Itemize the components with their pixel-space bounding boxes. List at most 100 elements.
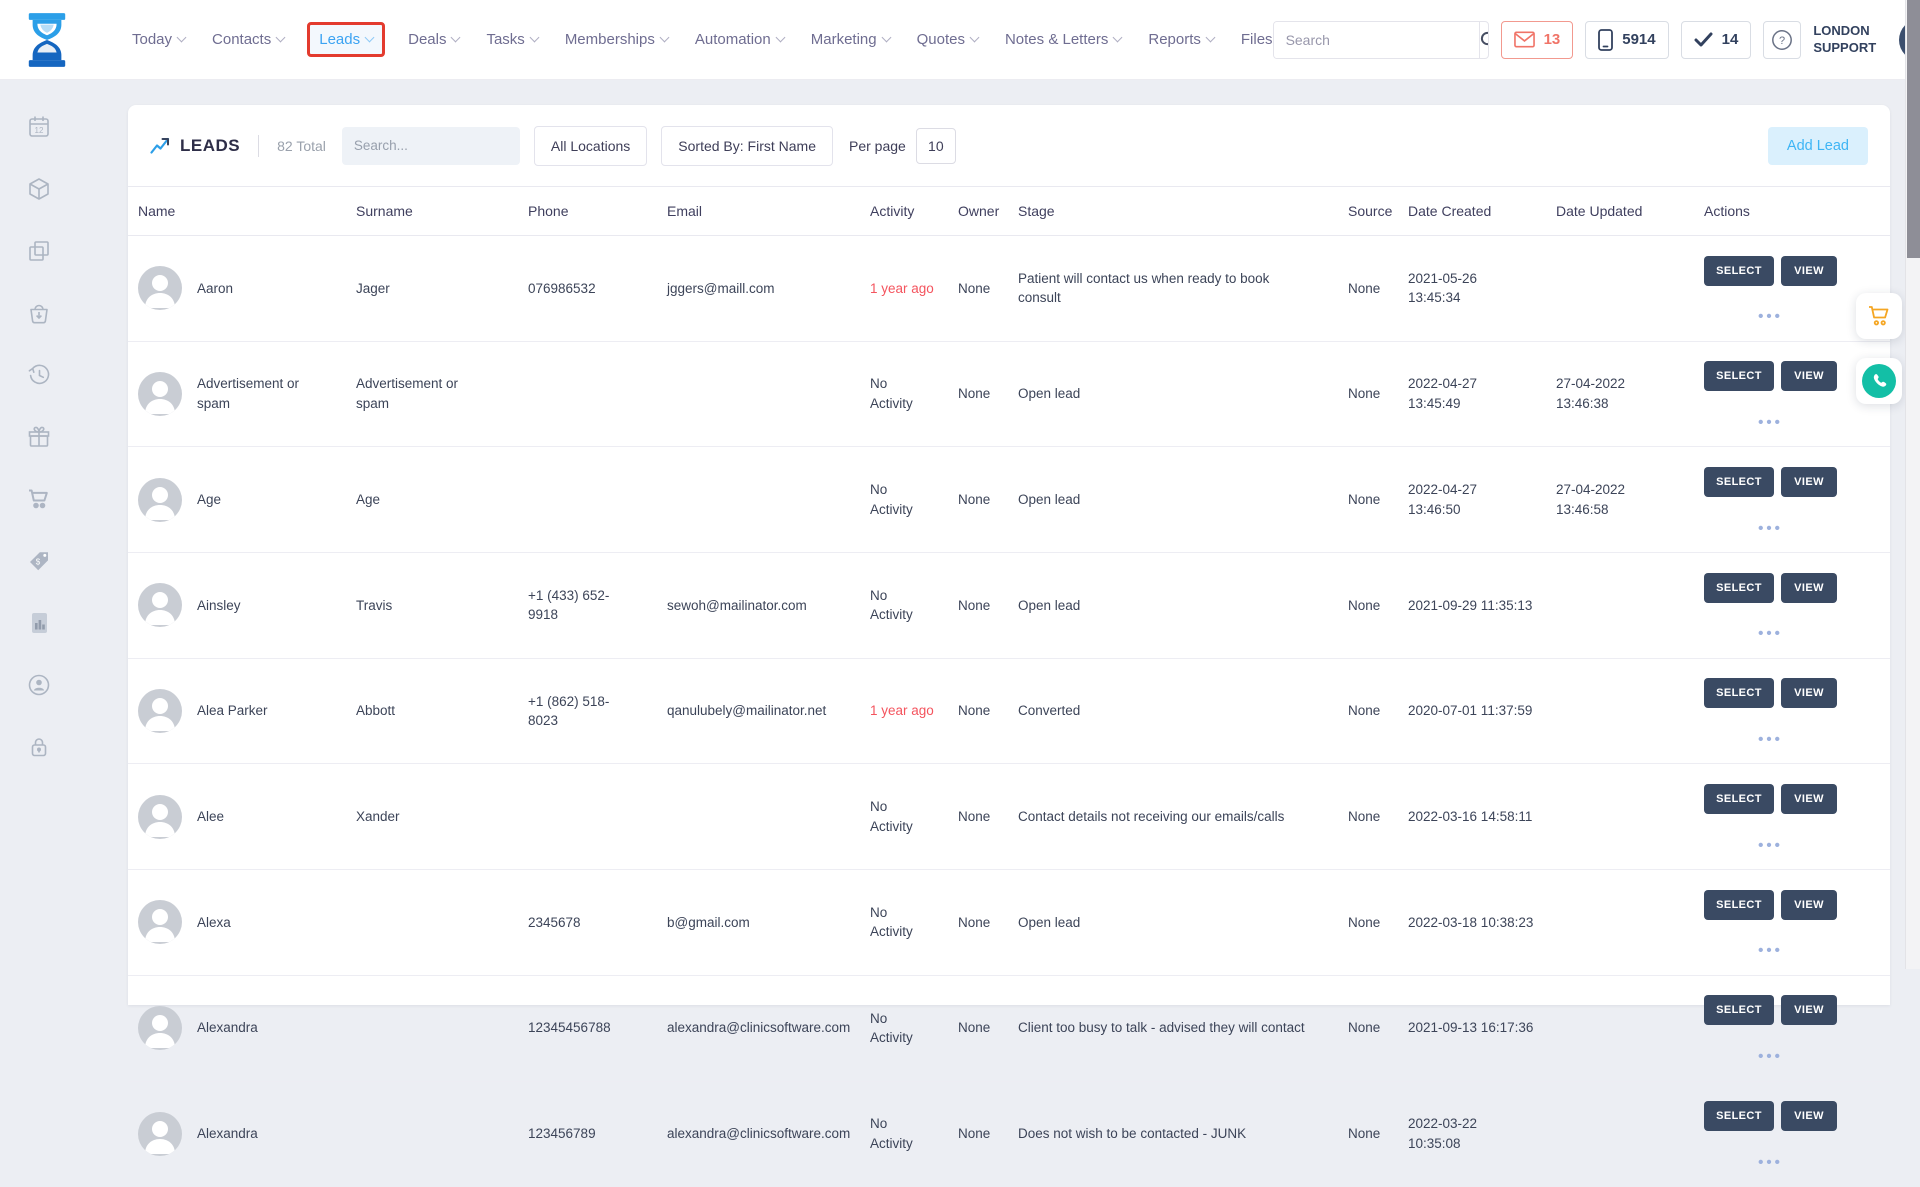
- select-button[interactable]: SELECT: [1704, 573, 1774, 603]
- table-row[interactable]: Alea Parker Abbott +1 (862) 518- 8023 qa…: [128, 659, 1890, 765]
- tasks-badge[interactable]: 14: [1681, 21, 1752, 59]
- global-search: [1273, 21, 1489, 59]
- copy-icon[interactable]: [26, 238, 52, 264]
- basket-icon[interactable]: [26, 300, 52, 326]
- select-button[interactable]: SELECT: [1704, 784, 1774, 814]
- calls-badge[interactable]: 5914: [1585, 21, 1668, 59]
- more-actions-button[interactable]: •••: [1704, 1159, 1837, 1167]
- lead-source: None: [1338, 913, 1398, 933]
- lead-activity: No Activity: [860, 480, 948, 519]
- name-cell: Aaron: [128, 266, 346, 310]
- lead-owner: None: [948, 701, 1008, 721]
- select-button[interactable]: SELECT: [1704, 995, 1774, 1025]
- more-actions-button[interactable]: •••: [1704, 947, 1837, 955]
- lead-source: None: [1338, 490, 1398, 510]
- view-button[interactable]: VIEW: [1781, 573, 1837, 603]
- chevron-down-icon: [451, 33, 461, 43]
- scrollbar-thumb[interactable]: [1907, 0, 1920, 258]
- name-cell: Ainsley: [128, 583, 346, 627]
- lead-source: None: [1338, 596, 1398, 616]
- lead-activity: No Activity: [860, 797, 948, 836]
- quick-cart-button[interactable]: [1856, 293, 1902, 339]
- lead-date-updated: 27-04-2022 13:46:58: [1546, 480, 1694, 519]
- chevron-down-icon: [276, 33, 286, 43]
- per-page-select[interactable]: 10: [916, 128, 956, 164]
- view-button[interactable]: VIEW: [1781, 361, 1837, 391]
- quick-call-button[interactable]: [1856, 358, 1902, 404]
- more-actions-button[interactable]: •••: [1704, 419, 1837, 427]
- lead-date-created: 2022-03-16 14:58:11: [1398, 807, 1546, 827]
- nav-item-leads[interactable]: Leads: [307, 22, 385, 57]
- gift-icon[interactable]: [26, 424, 52, 450]
- lead-activity: No Activity: [860, 1009, 948, 1048]
- lock-icon[interactable]: [26, 734, 52, 760]
- more-actions-button[interactable]: •••: [1704, 525, 1837, 533]
- leads-table-body: Aaron Jager 076986532 jggers@maill.com 1…: [128, 236, 1890, 1187]
- price-tag-icon[interactable]: $: [26, 548, 52, 574]
- more-actions-button[interactable]: •••: [1704, 842, 1837, 850]
- nav-item-contacts[interactable]: Contacts: [212, 31, 284, 48]
- view-button[interactable]: VIEW: [1781, 890, 1837, 920]
- nav-item-automation[interactable]: Automation: [695, 31, 784, 48]
- history-icon[interactable]: [26, 362, 52, 388]
- table-row[interactable]: Alee Xander No Activity None Contact det…: [128, 764, 1890, 870]
- table-row[interactable]: Alexandra 12345456788 alexandra@clinicso…: [128, 976, 1890, 1082]
- lead-email: sewoh@mailinator.com: [657, 596, 860, 616]
- report-icon[interactable]: [26, 610, 52, 636]
- select-button[interactable]: SELECT: [1704, 467, 1774, 497]
- calendar-icon[interactable]: 12: [26, 114, 52, 140]
- global-search-input[interactable]: [1274, 22, 1479, 58]
- package-icon[interactable]: [26, 176, 52, 202]
- lead-stage: Contact details not receiving our emails…: [1008, 807, 1338, 827]
- select-button[interactable]: SELECT: [1704, 361, 1774, 391]
- view-button[interactable]: VIEW: [1781, 995, 1837, 1025]
- nav-item-quotes[interactable]: Quotes: [917, 31, 978, 48]
- add-lead-button[interactable]: Add Lead: [1768, 127, 1868, 165]
- more-actions-button[interactable]: •••: [1704, 630, 1837, 638]
- select-button[interactable]: SELECT: [1704, 890, 1774, 920]
- table-row[interactable]: Ainsley Travis +1 (433) 652- 9918 sewoh@…: [128, 553, 1890, 659]
- nav-item-notes-letters[interactable]: Notes & Letters: [1005, 31, 1121, 48]
- view-button[interactable]: VIEW: [1781, 678, 1837, 708]
- table-row[interactable]: Aaron Jager 076986532 jggers@maill.com 1…: [128, 236, 1890, 342]
- nav-item-memberships[interactable]: Memberships: [565, 31, 668, 48]
- nav-item-marketing[interactable]: Marketing: [811, 31, 890, 48]
- account-icon[interactable]: [26, 672, 52, 698]
- table-row[interactable]: Alexandra 123456789 alexandra@clinicsoft…: [128, 1082, 1890, 1187]
- divider: [258, 135, 259, 157]
- column-header-stage: Stage: [1008, 203, 1338, 219]
- nav-item-deals[interactable]: Deals: [408, 31, 459, 48]
- lead-owner: None: [948, 1018, 1008, 1038]
- main-navigation: Today Contacts Leads Deals Tasks Members…: [132, 31, 1273, 48]
- nav-item-files[interactable]: Files: [1241, 31, 1273, 48]
- select-button[interactable]: SELECT: [1704, 1101, 1774, 1131]
- more-actions-button[interactable]: •••: [1704, 313, 1837, 321]
- help-button[interactable]: ?: [1763, 21, 1801, 59]
- table-row[interactable]: Advertisement or spam Advertisement or s…: [128, 342, 1890, 448]
- view-button[interactable]: VIEW: [1781, 467, 1837, 497]
- table-row[interactable]: Alexa 2345678 b@gmail.com No Activity No…: [128, 870, 1890, 976]
- select-button[interactable]: SELECT: [1704, 256, 1774, 286]
- lead-name: Age: [197, 490, 221, 510]
- column-header-activity: Activity: [860, 203, 948, 219]
- messages-badge[interactable]: 13: [1501, 21, 1574, 59]
- view-button[interactable]: VIEW: [1781, 784, 1837, 814]
- select-button[interactable]: SELECT: [1704, 678, 1774, 708]
- view-button[interactable]: VIEW: [1781, 256, 1837, 286]
- column-header-source: Source: [1338, 203, 1398, 219]
- sort-filter-select[interactable]: Sorted By: First Name: [661, 126, 833, 166]
- location-filter-select[interactable]: All Locations: [534, 126, 647, 166]
- leads-search-input[interactable]: [354, 138, 531, 153]
- more-actions-button[interactable]: •••: [1704, 736, 1837, 744]
- search-submit-button[interactable]: [1479, 22, 1489, 58]
- cart-icon[interactable]: [26, 486, 52, 512]
- nav-item-tasks[interactable]: Tasks: [486, 31, 537, 48]
- table-row[interactable]: Age Age No Activity None Open lead None …: [128, 447, 1890, 553]
- app-logo[interactable]: [24, 12, 70, 68]
- lead-source: None: [1338, 279, 1398, 299]
- more-actions-button[interactable]: •••: [1704, 1053, 1837, 1061]
- lead-stage: Open lead: [1008, 596, 1338, 616]
- view-button[interactable]: VIEW: [1781, 1101, 1837, 1131]
- nav-item-today[interactable]: Today: [132, 31, 185, 48]
- nav-item-reports[interactable]: Reports: [1148, 31, 1214, 48]
